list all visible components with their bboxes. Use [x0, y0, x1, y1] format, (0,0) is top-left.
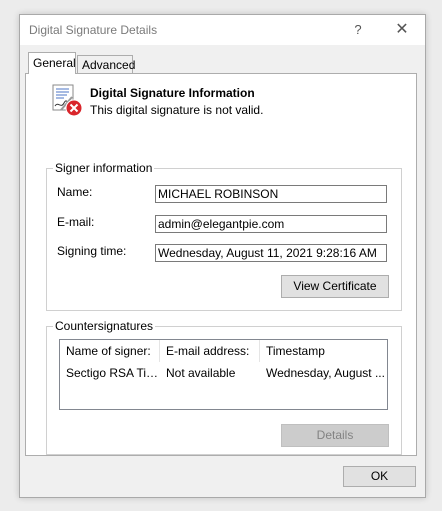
details-button[interactable]: Details [281, 424, 389, 447]
view-certificate-button[interactable]: View Certificate [281, 275, 389, 298]
ok-button[interactable]: OK [343, 466, 416, 487]
countersignatures-group: Countersignatures Name of signer: E-mail… [46, 319, 402, 455]
column-header-email[interactable]: E-mail address: [160, 340, 260, 362]
column-header-name[interactable]: Name of signer: [60, 340, 160, 362]
tab-general[interactable]: General [28, 52, 76, 74]
tab-advanced[interactable]: Advanced [77, 55, 135, 74]
signer-group-label: Signer information [53, 161, 155, 175]
countersignatures-group-label: Countersignatures [53, 319, 156, 333]
signing-time-label: Signing time: [57, 244, 127, 258]
column-header-timestamp[interactable]: Timestamp [260, 340, 387, 362]
close-button[interactable]: ✕ [388, 19, 416, 41]
title-bar[interactable]: Digital Signature Details ? ✕ [20, 15, 425, 45]
list-header: Name of signer: E-mail address: Timestam… [60, 340, 387, 362]
name-label: Name: [57, 185, 93, 199]
invalid-signature-icon [52, 84, 83, 117]
signing-time-field[interactable]: Wednesday, August 11, 2021 9:28:16 AM [155, 244, 387, 262]
email-field[interactable]: admin@elegantpie.com [155, 215, 387, 233]
cell-timestamp: Wednesday, August ... [266, 366, 385, 380]
signature-heading: Digital Signature Information [90, 86, 255, 100]
list-item[interactable]: Sectigo RSA Tim... Not available Wednesd… [60, 364, 387, 382]
signer-information-group: Signer information Name: MICHAEL ROBINSO… [46, 161, 402, 311]
countersignatures-list[interactable]: Name of signer: E-mail address: Timestam… [59, 339, 388, 410]
help-button[interactable]: ? [344, 19, 372, 41]
window-title: Digital Signature Details [29, 23, 158, 37]
general-tab-panel: Digital Signature Information This digit… [25, 73, 417, 456]
email-label: E-mail: [57, 215, 95, 229]
cell-signer-name: Sectigo RSA Tim... [66, 366, 160, 380]
cell-email: Not available [166, 366, 236, 380]
signature-status: This digital signature is not valid. [90, 103, 264, 117]
digital-signature-details-dialog: Digital Signature Details ? ✕ General Ad… [19, 14, 426, 498]
name-field[interactable]: MICHAEL ROBINSON [155, 185, 387, 203]
